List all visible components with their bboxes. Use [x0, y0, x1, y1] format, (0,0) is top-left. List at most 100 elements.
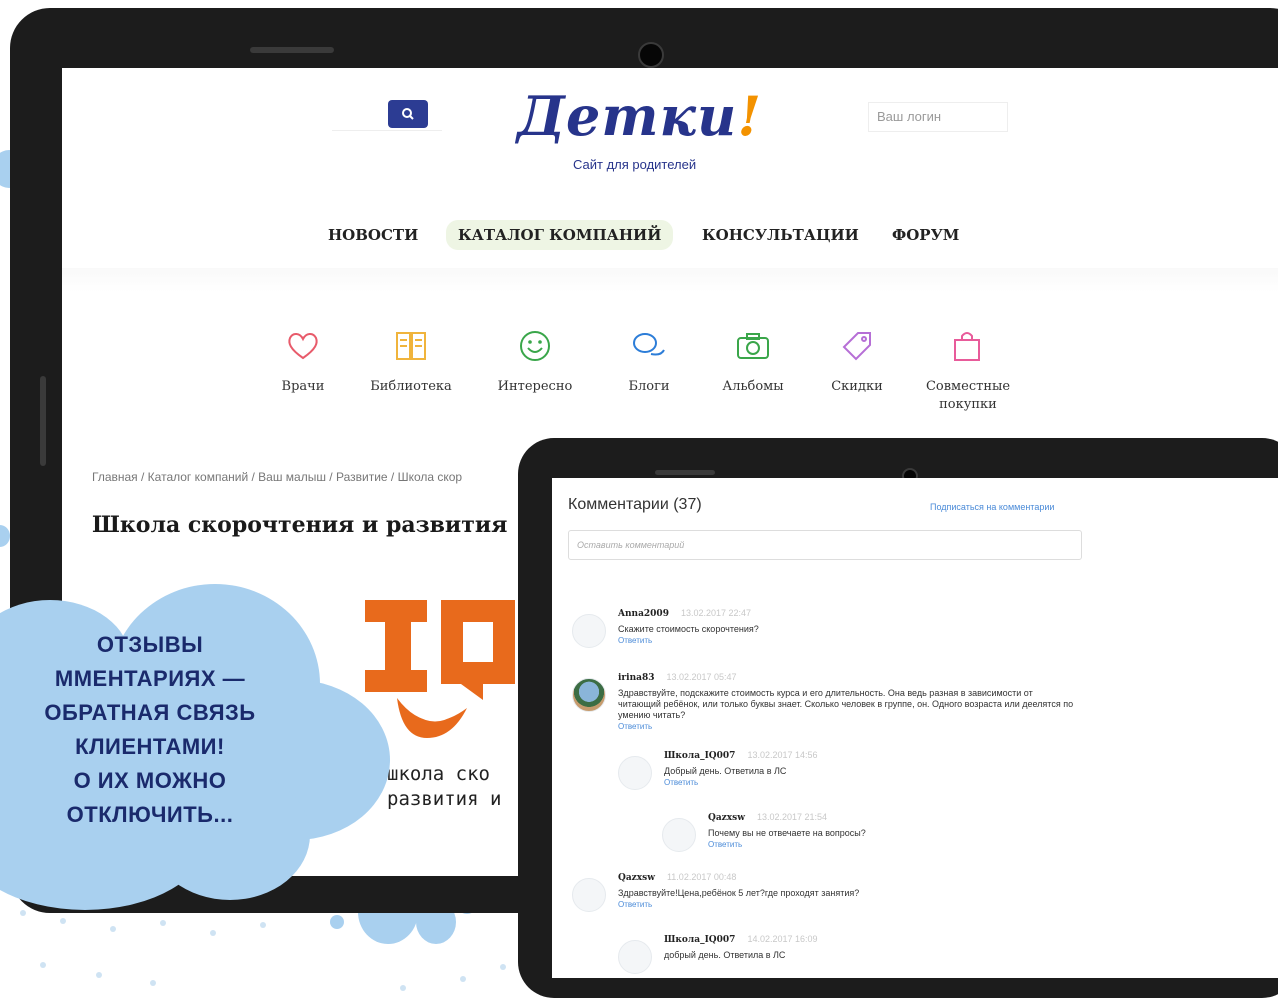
smile-icon: [515, 326, 555, 366]
company-logo: [357, 588, 537, 748]
category-albums[interactable]: Альбомы: [708, 326, 798, 396]
comment-item: Anna2009 13.02.2017 22:47 Скажите стоимос…: [572, 608, 1072, 658]
comment-date: 11.02.2017 00:48: [666, 872, 737, 882]
reply-link[interactable]: Ответить: [664, 778, 698, 787]
category-interesting[interactable]: Интересно: [490, 326, 580, 396]
page-title: Школа скорочтения и развития: [92, 512, 508, 538]
search-button[interactable]: [388, 100, 428, 128]
reply-link[interactable]: Ответить: [618, 722, 652, 731]
comments-title: Комментарии (37): [568, 496, 702, 513]
comment-text: Здравствуйте, подскажите стоимость курса…: [618, 688, 1074, 720]
comment-text: Добрый день. Ответила в ЛС: [664, 766, 787, 776]
comment-author[interactable]: Qazxsw 13.02.2017 21:54: [708, 812, 827, 823]
category-doctors[interactable]: Врачи: [258, 326, 348, 396]
comment-date: 14.02.2017 16:09: [747, 934, 818, 944]
tablet-speaker: [655, 470, 715, 475]
main-nav: НОВОСТИ КАТАЛОГ КОМПАНИЙ КОНСУЛЬТАЦИИ ФО…: [62, 218, 1278, 258]
avatar: [662, 818, 696, 852]
comment-date: 13.02.2017 21:54: [756, 812, 828, 822]
comment-item: Qazxsw 11.02.2017 00:48 Здравствуйте!Цена…: [572, 872, 1072, 922]
nav-company-catalog[interactable]: КАТАЛОГ КОМПАНИЙ: [446, 220, 674, 250]
callout-line: О ИХ МОЖНО: [73, 768, 227, 793]
heart-icon: [283, 326, 323, 366]
comment-text: Скажите стоимость скорочтения?: [618, 624, 759, 634]
author-name: irina83: [618, 673, 655, 683]
reply-link[interactable]: Ответить: [618, 900, 652, 909]
callout-text: ОТЗЫВЫ ММЕНТАРИЯХ — ОБРАТНАЯ СВЯЗЬ КЛИЕН…: [0, 628, 310, 832]
comment-item: Qazxsw 13.02.2017 21:54 Почему вы не отве…: [662, 812, 1062, 862]
category-label: Библиотека: [370, 379, 452, 394]
avatar: [618, 940, 652, 974]
decor-dot: [330, 915, 344, 929]
chat-icon: [629, 326, 669, 366]
logo-text: Детки: [517, 84, 738, 148]
callout-line: КЛИЕНТАМИ!: [75, 734, 225, 759]
laptop-speaker: [250, 47, 334, 53]
site-tagline: Сайт для родителей: [573, 157, 697, 172]
author-name: Школа_IQ007: [664, 935, 736, 945]
nav-news[interactable]: НОВОСТИ: [328, 226, 418, 244]
laptop-side-button: [40, 376, 46, 466]
reply-link[interactable]: Ответить: [618, 636, 652, 645]
category-label: Альбомы: [722, 379, 784, 394]
breadcrumb[interactable]: Главная / Каталог компаний / Ваш малыш /…: [92, 470, 462, 484]
tablet-screen: Комментарии (37) Подписаться на коммента…: [552, 478, 1278, 978]
login-field[interactable]: Ваш логин: [868, 102, 1008, 132]
decor-dot: [40, 962, 46, 968]
book-icon: [391, 326, 431, 366]
comment-text: Почему вы не отвечаете на вопросы?: [708, 828, 866, 838]
search-icon: [402, 108, 414, 120]
reply-link[interactable]: Ответить: [708, 840, 742, 849]
author-name: Qazxsw: [618, 873, 655, 883]
comment-author[interactable]: Школа_IQ007 14.02.2017 16:09: [664, 934, 818, 945]
company-name-line2: развития и: [387, 788, 502, 810]
decor-dot: [260, 922, 266, 928]
callout-line: ММЕНТАРИЯХ —: [54, 666, 246, 691]
comment-text: Здравствуйте!Цена,ребёнок 5 лет?где прох…: [618, 888, 860, 898]
callout-line: ОТКЛЮЧИТЬ...: [66, 802, 234, 827]
decor-dot: [500, 964, 506, 970]
category-label: Интересно: [497, 379, 573, 394]
category-label: Совместные покупки: [925, 379, 1011, 412]
author-name: Anna2009: [618, 609, 669, 619]
avatar: [572, 678, 606, 712]
comment-input[interactable]: Оставить комментарий: [568, 530, 1082, 560]
camera-icon: [733, 326, 773, 366]
site-logo[interactable]: Детки!: [517, 84, 762, 148]
decor-dot: [20, 910, 26, 916]
decor-dot: [460, 976, 466, 982]
company-name: школа ско развития и: [387, 762, 501, 812]
comment-author[interactable]: Qazxsw 11.02.2017 00:48: [618, 872, 736, 883]
category-label: Врачи: [281, 379, 325, 394]
decor-dot: [160, 920, 166, 926]
laptop-camera: [638, 42, 664, 68]
comment-date: 13.02.2017 14:56: [747, 750, 818, 760]
comment-author[interactable]: Anna2009 13.02.2017 22:47: [618, 608, 751, 619]
company-name-line1: школа ско: [387, 763, 490, 785]
category-label: Блоги: [628, 379, 670, 394]
category-library[interactable]: Библиотека: [366, 326, 456, 396]
nav-consultations[interactable]: КОНСУЛЬТАЦИИ: [702, 226, 859, 244]
nav-forum[interactable]: ФОРУМ: [892, 226, 959, 244]
comment-author[interactable]: Школа_IQ007 13.02.2017 14:56: [664, 750, 818, 761]
comment-item: Школа_IQ007 13.02.2017 14:56 Добрый день.…: [618, 750, 1058, 800]
comment-text: добрый день. Ответила в ЛС: [664, 950, 786, 960]
comment-date: 13.02.2017 22:47: [680, 608, 752, 618]
callout-line: ОБРАТНАЯ СВЯЗЬ: [44, 700, 256, 725]
subscribe-comments-link[interactable]: Подписаться на комментарии: [930, 502, 1054, 512]
logo-mark: !: [737, 84, 763, 148]
author-name: Школа_IQ007: [664, 751, 736, 761]
author-name: Qazxsw: [708, 813, 745, 823]
nav-divider: [62, 268, 1278, 292]
avatar: [618, 756, 652, 790]
decor-dot: [60, 918, 66, 924]
comment-author[interactable]: irina83 13.02.2017 05:47: [618, 672, 737, 683]
decor-dot: [96, 972, 102, 978]
avatar: [572, 878, 606, 912]
comment-item: Школа_IQ007 14.02.2017 16:09 добрый день.…: [618, 934, 1058, 978]
category-group-purchases[interactable]: Совместные покупки: [912, 326, 1022, 414]
category-blogs[interactable]: Блоги: [604, 326, 694, 396]
category-discounts[interactable]: Скидки: [812, 326, 902, 396]
decor-dot: [110, 926, 116, 932]
decor-dot: [150, 980, 156, 986]
